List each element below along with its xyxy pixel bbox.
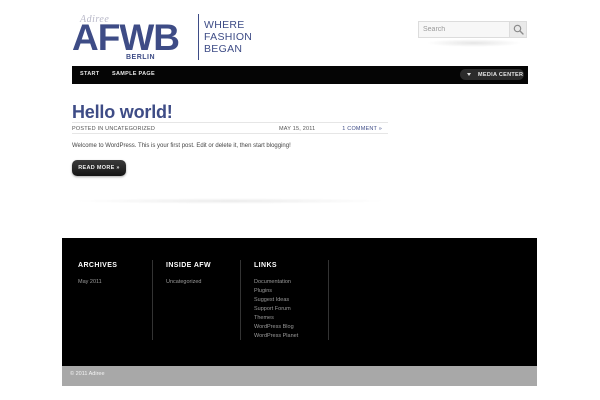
widget-links: May 2011 [78,278,102,287]
copyright-text: © 2011 Adiree [70,371,105,377]
main-nav: START SAMPLE PAGE MEDIA CENTER [72,66,528,84]
footer-divider [328,260,329,340]
tagline-line: WHERE [204,19,245,31]
search-button[interactable] [509,22,526,37]
search-shadow [426,39,522,47]
footer-divider [152,260,153,340]
logo-city: BERLIN [126,54,156,61]
post-date: MAY 15, 2011 [279,125,316,132]
footer-link[interactable]: Documentation [254,278,298,287]
tagline-line: FASHION [204,31,253,43]
widget-links: Documentation Plugins Suggest Ideas Supp… [254,278,298,341]
logo-letters: AFWB [72,23,179,53]
search-input[interactable] [419,22,510,37]
post-title-link[interactable]: Hello world! [72,102,173,123]
media-center-label: MEDIA CENTER [478,71,524,78]
post-shadow [72,198,388,204]
footer-link[interactable]: May 2011 [78,278,102,287]
footer-link[interactable]: Plugins [254,287,298,296]
nav-item-sample-page[interactable]: SAMPLE PAGE [112,71,155,77]
read-more-button[interactable]: READ MORE » [72,160,126,176]
footer-link[interactable]: Support Forum [254,305,298,314]
logo-divider [198,14,199,60]
widget-title: ARCHIVES [78,262,118,269]
search-box [418,21,527,38]
tagline-line: BEGAN [204,43,243,55]
nav-item-start[interactable]: START [80,71,99,77]
footer-link[interactable]: Themes [254,314,298,323]
post-meta: POSTED IN UNCATEGORIZED MAY 15, 2011 1 C… [72,122,388,134]
footer-link[interactable]: WordPress Planet [254,332,298,341]
post-category[interactable]: POSTED IN UNCATEGORIZED [72,126,155,132]
media-center-button[interactable]: MEDIA CENTER [460,69,524,80]
copyright-bar: © 2011 Adiree [62,366,537,386]
post-excerpt: Welcome to WordPress. This is your first… [72,143,291,149]
magnifier-icon [513,24,524,35]
post-comments-link[interactable]: 1 COMMENT » [342,126,382,132]
widget-title: INSIDE AFW [166,262,211,269]
footer-link[interactable]: Uncategorized [166,278,201,287]
triangle-down-icon [467,73,471,76]
widget-title: LINKS [254,262,277,269]
site-logo[interactable]: Adiree AFWB BERLIN WHERE FASHION BEGAN [72,14,254,62]
footer-divider [240,260,241,340]
footer-link[interactable]: Suggest Ideas [254,296,298,305]
widget-links: Uncategorized [166,278,201,287]
footer: ARCHIVES May 2011 INSIDE AFW Uncategoriz… [62,238,537,366]
footer-link[interactable]: WordPress Blog [254,323,298,332]
logo-tagline: WHERE FASHION BEGAN [204,19,252,55]
